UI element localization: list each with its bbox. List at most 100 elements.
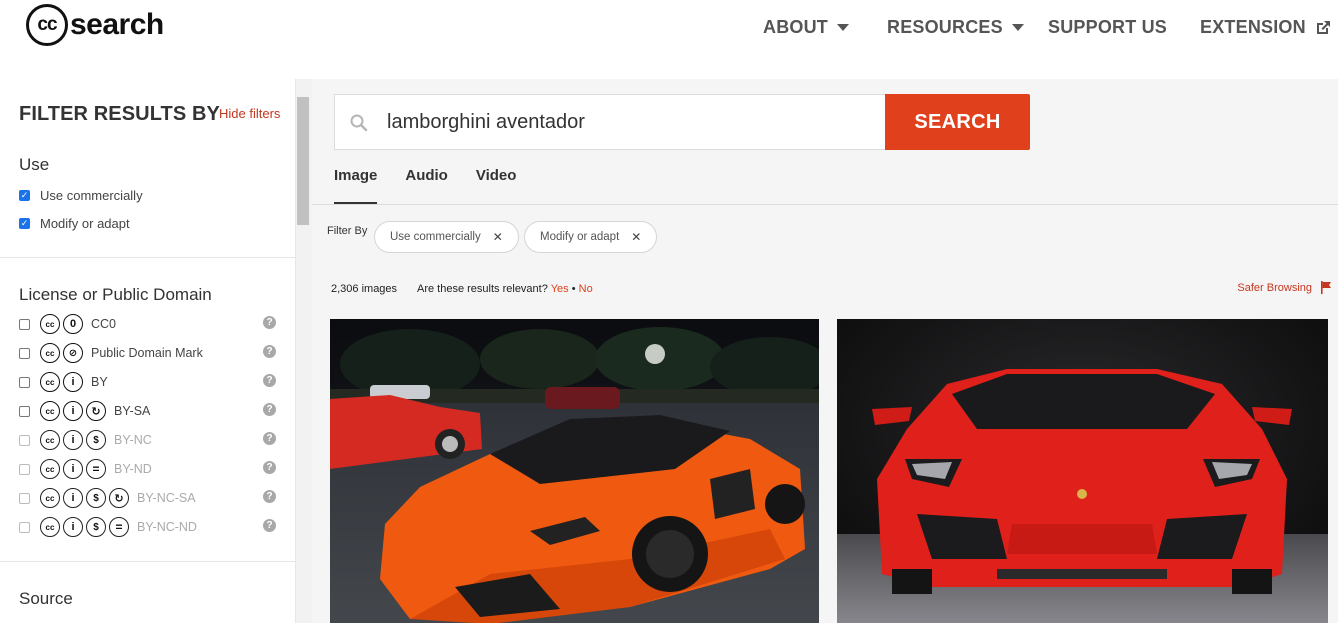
nav-about[interactable]: ABOUT	[763, 17, 849, 38]
nav-extension-label: EXTENSION	[1200, 17, 1306, 37]
result-count: 2,306 images	[331, 283, 398, 295]
image-result-orange-lamborghini[interactable]	[330, 319, 819, 623]
cc-icon: cc	[40, 459, 60, 479]
divider	[0, 257, 295, 258]
help-icon[interactable]: ?	[263, 316, 276, 329]
filter-by-label: Filter By	[327, 225, 368, 237]
checkbox[interactable]	[19, 434, 30, 446]
checkbox[interactable]	[19, 376, 30, 388]
attribution-icon: i	[63, 517, 83, 537]
close-icon[interactable]: ✕	[631, 230, 641, 244]
no-derivatives-icon: =	[86, 459, 106, 479]
nav-extension[interactable]: EXTENSION	[1200, 17, 1332, 38]
search-field[interactable]	[334, 94, 886, 150]
search-input[interactable]	[387, 110, 867, 134]
license-label: CC0	[91, 317, 117, 331]
cc-icon: cc	[40, 343, 60, 363]
cc-icon: cc	[40, 401, 60, 421]
flag-icon	[1321, 281, 1331, 294]
license-option-by-nc[interactable]: cc i $ BY-NC ?	[19, 429, 279, 451]
nav-support-us[interactable]: SUPPORT US	[1048, 17, 1167, 38]
public-domain-icon: ⊘	[63, 343, 83, 363]
license-label: BY-NC-ND	[137, 520, 197, 534]
license-option-by-nd[interactable]: cc i = BY-ND ?	[19, 458, 279, 480]
help-icon[interactable]: ?	[263, 345, 276, 358]
non-commercial-icon: $	[86, 488, 106, 508]
filter-use-commercially[interactable]: ✓ Use commercially	[19, 188, 143, 203]
search-button[interactable]: SEARCH	[885, 94, 1030, 150]
attribution-icon: i	[63, 488, 83, 508]
close-icon[interactable]: ✕	[493, 230, 503, 244]
relevance-feedback: Are these results relevant? Yes • No	[417, 283, 593, 295]
header: cc search ABOUT RESOURCES SUPPORT US EXT…	[0, 0, 1338, 79]
tab-video[interactable]: Video	[476, 167, 517, 205]
checkbox[interactable]	[19, 318, 30, 330]
checkbox[interactable]	[19, 492, 30, 504]
safer-browsing-toggle[interactable]: Safer Browsing	[1237, 281, 1332, 294]
nav-about-label: ABOUT	[763, 17, 828, 37]
license-section-title: License or Public Domain	[19, 285, 212, 304]
separator: •	[571, 283, 576, 295]
sidebar-scrollbar[interactable]	[296, 79, 312, 623]
checkbox[interactable]	[19, 463, 30, 475]
nav-support-label: SUPPORT US	[1048, 17, 1168, 37]
cc-zero-icon: 0	[63, 314, 83, 334]
filter-modify-adapt[interactable]: ✓ Modify or adapt	[19, 216, 130, 231]
chip-label: Modify or adapt	[540, 231, 620, 243]
checkbox[interactable]	[19, 521, 30, 533]
modify-adapt-label: Modify or adapt	[40, 216, 130, 231]
cc-logo-icon: cc	[26, 4, 68, 46]
image-result-red-lamborghini[interactable]	[837, 319, 1328, 623]
tab-image[interactable]: Image	[334, 167, 378, 205]
relevance-question: Are these results relevant?	[417, 283, 548, 295]
source-section-title: Source	[19, 589, 73, 608]
cc-search-logo[interactable]: cc search	[26, 4, 164, 46]
share-alike-icon: ↻	[86, 401, 106, 421]
help-icon[interactable]: ?	[263, 490, 276, 503]
checkbox-checked-icon[interactable]: ✓	[19, 190, 30, 201]
filter-chip-use-commercially[interactable]: Use commercially ✕	[374, 221, 519, 253]
license-option-by-nc-sa[interactable]: cc i $ ↻ BY-NC-SA ?	[19, 487, 279, 509]
cc-icon: cc	[40, 314, 60, 334]
help-icon[interactable]: ?	[263, 432, 276, 445]
license-label: BY-NC	[114, 433, 152, 447]
safer-browsing-label: Safer Browsing	[1237, 281, 1312, 294]
cc-icon: cc	[40, 488, 60, 508]
relevance-yes-link[interactable]: Yes	[551, 283, 569, 295]
divider	[0, 561, 295, 562]
search-icon	[350, 114, 368, 132]
share-alike-icon: ↻	[109, 488, 129, 508]
caret-down-icon	[1011, 24, 1024, 31]
tabs-divider	[312, 204, 1338, 205]
help-icon[interactable]: ?	[263, 519, 276, 532]
checkbox-checked-icon[interactable]: ✓	[19, 218, 30, 229]
license-label: BY	[91, 375, 108, 389]
license-label: BY-ND	[114, 462, 152, 476]
help-icon[interactable]: ?	[263, 461, 276, 474]
filter-chip-modify-adapt[interactable]: Modify or adapt ✕	[524, 221, 658, 253]
tab-audio[interactable]: Audio	[405, 167, 448, 205]
license-option-pdm[interactable]: cc ⊘ Public Domain Mark ?	[19, 342, 279, 364]
media-tabs: Image Audio Video	[334, 167, 516, 205]
license-option-by-sa[interactable]: cc i ↻ BY-SA ?	[19, 400, 279, 422]
cc-icon: cc	[40, 517, 60, 537]
relevance-no-link[interactable]: No	[579, 283, 593, 295]
nav-resources[interactable]: RESOURCES	[887, 17, 1024, 38]
help-icon[interactable]: ?	[263, 374, 276, 387]
checkbox[interactable]	[19, 347, 30, 359]
hide-filters-link[interactable]: Hide filters	[219, 106, 280, 121]
license-option-by-nc-nd[interactable]: cc i $ = BY-NC-ND ?	[19, 516, 279, 538]
scrollbar-thumb[interactable]	[297, 97, 309, 225]
filter-results-heading: FILTER RESULTS BY	[19, 103, 220, 125]
attribution-icon: i	[63, 401, 83, 421]
no-derivatives-icon: =	[109, 517, 129, 537]
orange-car-photo	[330, 319, 819, 623]
license-option-cc0[interactable]: cc 0 CC0 ?	[19, 313, 279, 335]
checkbox[interactable]	[19, 405, 30, 417]
logo-text: search	[70, 8, 164, 41]
cc-icon: cc	[40, 430, 60, 450]
nav-resources-label: RESOURCES	[887, 17, 1003, 37]
help-icon[interactable]: ?	[263, 403, 276, 416]
license-label: Public Domain Mark	[91, 346, 203, 360]
license-option-by[interactable]: cc i BY ?	[19, 371, 279, 393]
